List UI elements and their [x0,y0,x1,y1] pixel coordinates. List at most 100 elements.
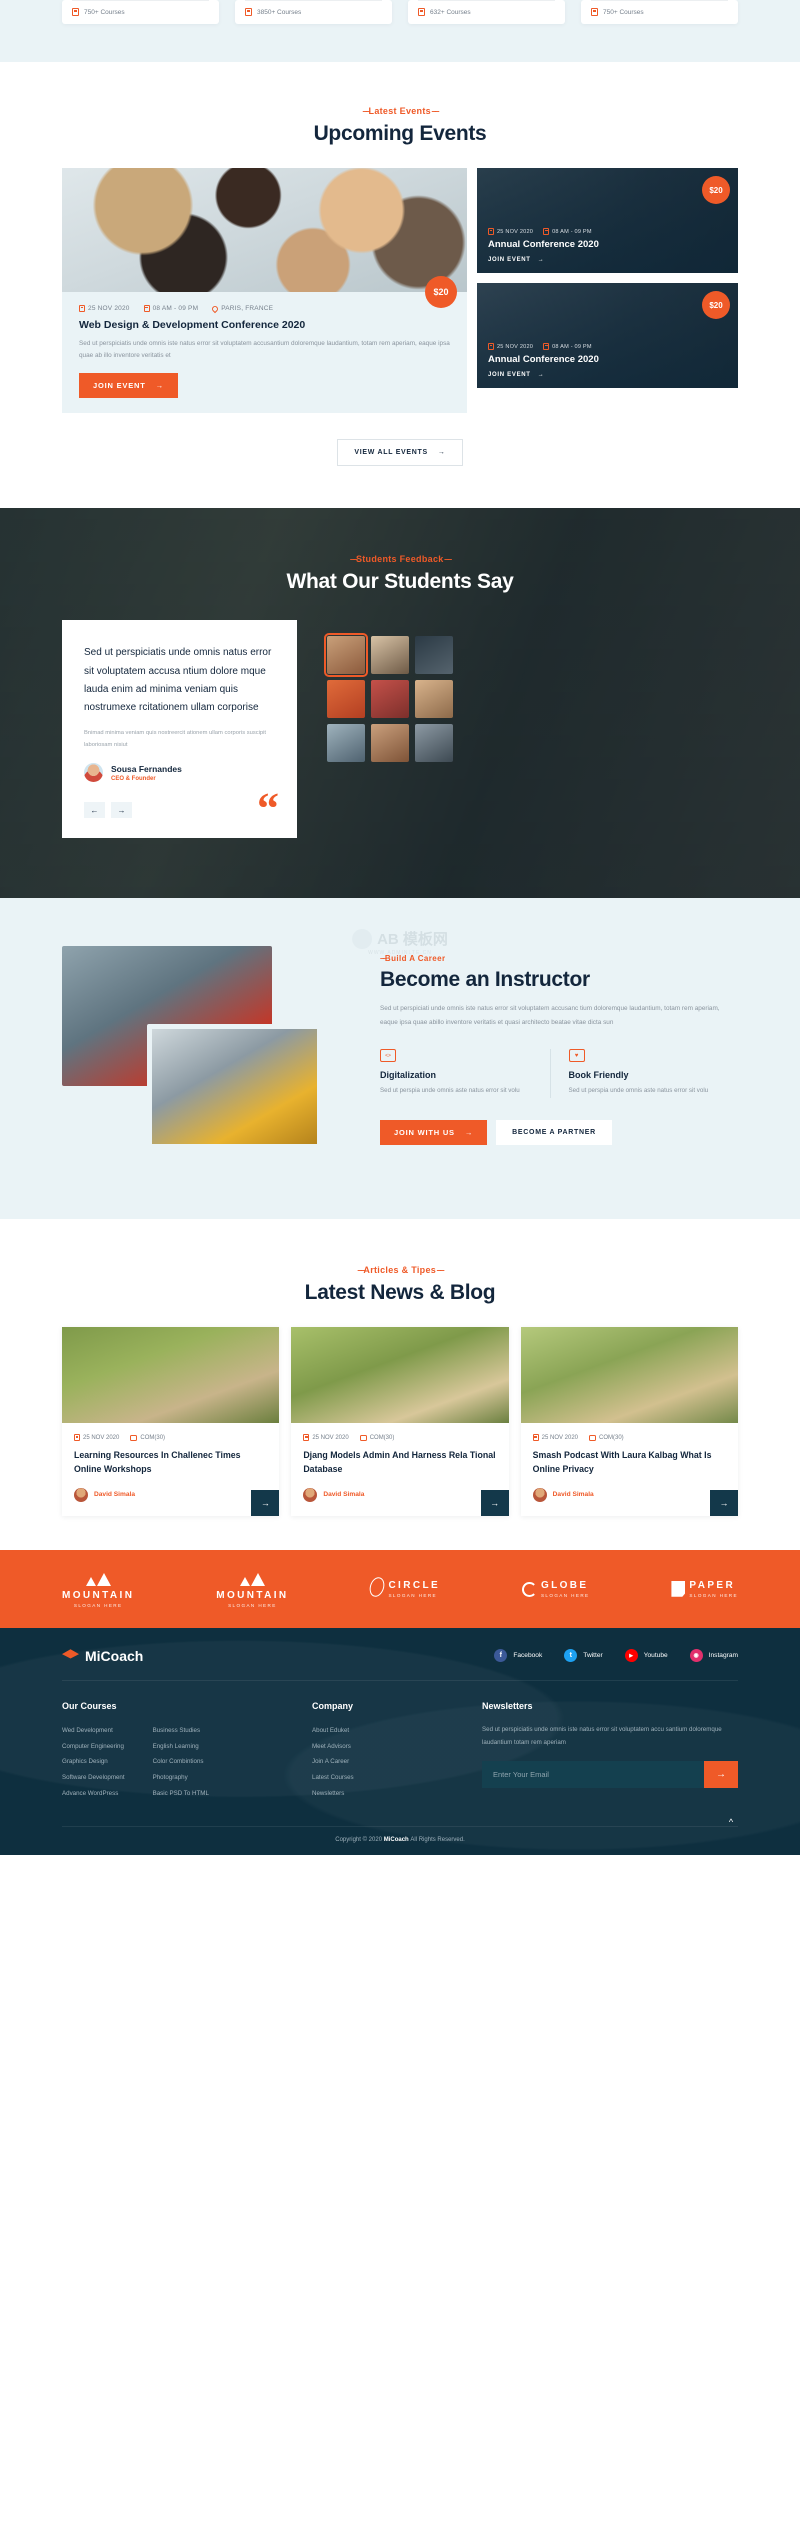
join-event-link[interactable]: JOIN EVENT → [488,372,727,378]
join-with-us-button[interactable]: JOIN WITH US → [380,1119,488,1145]
brand-name: GLOBE [540,1579,589,1591]
footer-link[interactable]: Join A Career [312,1754,482,1770]
stat-card[interactable]: 632+ Courses [408,0,565,24]
globe-icon [521,1581,537,1597]
view-all-events-button[interactable]: VIEW ALL EVENTS → [337,439,463,467]
footer-link[interactable]: Photography [153,1770,209,1786]
blog-post-title[interactable]: Learning Resources In Challenec Times On… [74,1449,267,1476]
join-event-link[interactable]: JOIN EVENT → [488,257,727,263]
footer-link-list: Business Studies English Learning Color … [153,1723,209,1802]
blog-image [62,1327,280,1424]
arrow-right-icon[interactable]: → [111,802,132,819]
comment-icon [130,1434,138,1441]
blog-read-more-button[interactable]: → [709,1489,738,1516]
arrow-right-icon: → [537,372,545,378]
footer-heading: Our Courses [62,1700,117,1711]
avatar-thumb[interactable] [327,724,365,763]
featured-event-card[interactable]: $20 25 NOV 2020 08 AM - 09 PM PARIS, FRA… [62,168,467,414]
newsletter-submit-button[interactable]: → [704,1760,738,1788]
avatar [532,1487,547,1502]
footer-link[interactable]: Newsletters [312,1786,482,1802]
blog-image [520,1327,738,1424]
instructor-photo-secondary [147,1024,322,1150]
stat-line: 750+ Courses [591,8,728,16]
arrow-left-icon[interactable]: ← [84,802,105,819]
social-link-instagram[interactable]: ◉ Instagram [689,1649,738,1663]
brand-logo[interactable]: PAPER SLOGAN HERE [671,1580,738,1598]
clock-icon [543,228,550,235]
avatar-thumb[interactable] [371,724,409,763]
chevron-up-icon[interactable]: ^ [724,1815,738,1829]
social-label: Youtube [643,1652,668,1660]
footer-logo[interactable]: MiCoach [62,1648,143,1664]
feature-item: Digitalization Sed ut perspia unde omnis… [380,1049,550,1097]
join-event-button[interactable]: JOIN EVENT → [79,373,178,399]
code-laptop-icon [380,1049,396,1063]
avatar-thumb[interactable] [415,724,453,763]
footer-link[interactable]: Graphics Design [62,1754,125,1770]
event-body: 25 NOV 2020 08 AM - 09 PM PARIS, FRANCE … [62,292,467,413]
footer-link[interactable]: Color Combintions [153,1754,209,1770]
social-link-twitter[interactable]: t Twitter [564,1649,603,1663]
newsletter-email-input[interactable] [482,1760,704,1788]
blog-card[interactable]: 25 NOV 2020 COM(30) Djang Models Admin A… [291,1327,509,1516]
price-badge: $20 [425,276,457,308]
footer-link[interactable]: Wed Development [62,1723,125,1739]
blog-date: 25 NOV 2020 [74,1434,119,1442]
blog-card[interactable]: 25 NOV 2020 COM(30) Smash Podcast With L… [520,1327,738,1516]
footer-link[interactable]: About Eduket [312,1723,482,1739]
avatar-thumb[interactable] [324,633,368,678]
event-date-text: 25 NOV 2020 [497,228,534,235]
avatar-thumb[interactable] [415,636,453,675]
footer-link[interactable]: Business Studies [153,1723,209,1739]
event-card[interactable]: $20 25 NOV 2020 08 AM - 09 PM Annual Con… [477,168,738,273]
blog-comments-text: COM(30) [140,1434,166,1441]
blog-body: 25 NOV 2020 COM(30) Djang Models Admin A… [291,1423,508,1515]
brand-slogan: SLOGAN HERE [540,1592,590,1598]
brand-logo[interactable]: MOUNTAIN SLOGAN HERE [216,1570,288,1608]
avatar-thumb[interactable] [371,636,409,675]
footer-link[interactable]: Latest Courses [312,1770,482,1786]
footer-link[interactable]: English Learning [153,1739,209,1755]
footer-link[interactable]: Advance WordPress [62,1786,125,1802]
comment-icon [359,1434,367,1441]
event-card[interactable]: $20 25 NOV 2020 08 AM - 09 PM Annual Con… [477,283,738,388]
testimonials-section: Students Feedback What Our Students Say … [0,508,800,898]
footer-links: Wed Development Computer Engineering Gra… [62,1723,312,1802]
footer-link[interactable]: Software Development [62,1770,125,1786]
event-meta: 25 NOV 2020 08 AM - 09 PM [488,343,727,350]
brand-logo[interactable]: MOUNTAIN SLOGAN HERE [62,1570,134,1608]
instructor-content: Build A Career Become an Instructor Sed … [362,946,738,1161]
stat-card[interactable]: 750+ Courses [62,0,219,24]
stat-card[interactable]: 750+ Courses [581,0,738,24]
brand-slogan: SLOGAN HERE [388,1592,438,1598]
arrow-right-icon: → [155,381,164,391]
blog-author-name: David Simala [323,1491,365,1499]
event-date: 25 NOV 2020 [79,305,130,312]
social-link-facebook[interactable]: f Facebook [494,1649,542,1663]
join-with-us-label: JOIN WITH US [394,1127,455,1137]
blog-card[interactable]: 25 NOV 2020 COM(30) Learning Resources I… [62,1327,280,1516]
blog-subtitle: Articles & Tipes [0,1265,800,1275]
footer-link[interactable]: Meet Advisors [312,1739,482,1755]
feature-desc: Sed ut perspia unde omnis aste natus err… [568,1087,709,1095]
event-time-text: 08 AM - 09 PM [152,305,199,312]
events-section: Latest Events Upcoming Events $20 25 NOV… [0,62,800,467]
avatar-thumb[interactable] [327,680,365,719]
stat-label: 632+ Courses [430,8,471,16]
brand-logo[interactable]: CIRCLE SLOGAN HERE [367,1575,440,1599]
blog-read-more-button[interactable]: → [251,1489,280,1516]
blog-read-more-button[interactable]: → [480,1489,509,1516]
footer-link[interactable]: Basic PSD To HTML [153,1786,209,1802]
stat-card[interactable]: 3850+ Courses [235,0,392,24]
social-link-youtube[interactable]: ▶ Youtube [624,1649,668,1663]
footer-link[interactable]: Computer Engineering [62,1739,125,1755]
avatar-thumb[interactable] [371,680,409,719]
events-grid: $20 25 NOV 2020 08 AM - 09 PM PARIS, FRA… [0,168,800,414]
avatar-thumb[interactable] [415,680,453,719]
blog-post-title[interactable]: Djang Models Admin And Harness Rela Tion… [303,1449,496,1476]
brand-logo[interactable]: GLOBE SLOGAN HERE [521,1579,590,1598]
blog-post-title[interactable]: Smash Podcast With Laura Kalbag What Is … [533,1449,726,1476]
blog-date-text: 25 NOV 2020 [312,1434,349,1441]
become-a-partner-button[interactable]: BECOME A PARTNER [496,1119,612,1145]
